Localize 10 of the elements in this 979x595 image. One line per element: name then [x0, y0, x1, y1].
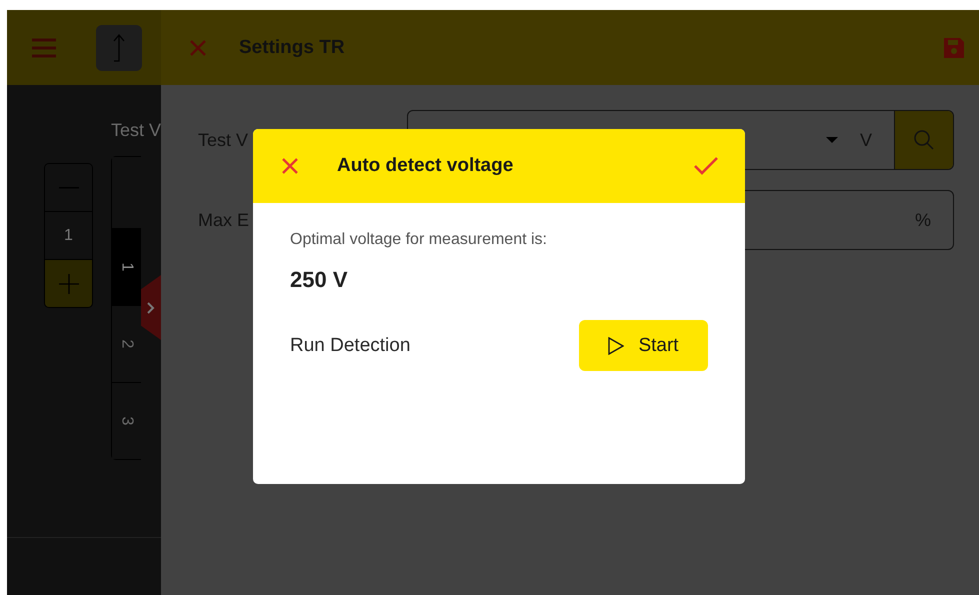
dialog-message: Optimal voltage for measurement is: [290, 231, 548, 249]
dialog-title: Auto detect voltage [337, 155, 514, 177]
field-label: Test V [111, 120, 161, 141]
row-number: 3 [118, 416, 136, 426]
unit-label: % [914, 210, 932, 230]
row-number: 1 [118, 262, 136, 272]
row-number: 2 [118, 340, 136, 348]
voltage-value: 250 V [290, 267, 348, 293]
action-label: Run Detection [290, 334, 410, 356]
stepper-value: 1 [64, 226, 73, 244]
